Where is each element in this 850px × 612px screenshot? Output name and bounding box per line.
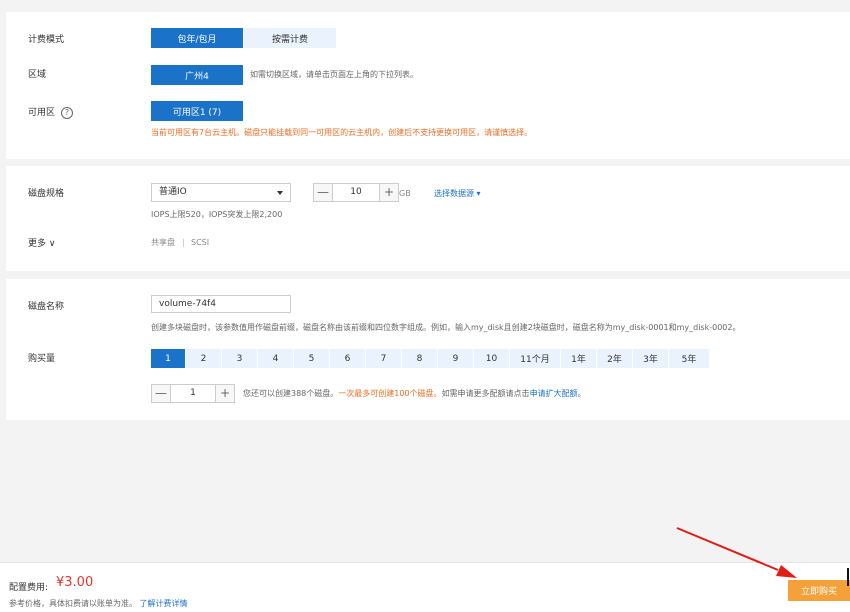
count-increase-button[interactable]: + (215, 384, 235, 403)
duration-option[interactable]: 4 (258, 349, 293, 368)
disk-size-stepper[interactable]: — 10 + (313, 183, 399, 202)
duration-option[interactable]: 5 (294, 349, 329, 368)
chevron-down-icon (277, 191, 283, 195)
request-quota-link[interactable]: 申请扩大配额 (530, 389, 578, 398)
price-value: ¥3.00 (56, 575, 94, 590)
billing-mode-label: 计费模式 (28, 35, 65, 45)
iops-hint: IOPS上限520，IOPS突发上限2,200 (151, 210, 283, 219)
duration-option[interactable]: 8 (402, 349, 437, 368)
disk-name-input[interactable]: volume-74f4 (151, 295, 291, 313)
disk-type-select[interactable]: 普通IO (151, 183, 291, 202)
select-datasource-link[interactable]: 选择数据源 ▾ (434, 188, 481, 199)
scsi-option: SCSI (191, 238, 210, 247)
disk-count-input[interactable]: 1 (171, 384, 215, 403)
disk-name-label: 磁盘名称 (28, 302, 65, 312)
hint-period: 。 (577, 389, 586, 398)
price-note-text: 参考价格，具体扣费请以账单为准。 (9, 599, 137, 608)
region-guangzhou4-button[interactable]: 广州4 (151, 65, 243, 85)
quota-remaining-text: 您还可以创建388个磁盘。 (243, 389, 339, 398)
buy-now-button[interactable]: 立即购买 (788, 580, 850, 601)
duration-option[interactable]: 3年 (633, 349, 668, 368)
region-hint: 如需切换区域，请单击页面左上角的下拉列表。 (250, 70, 418, 79)
billing-yearly-monthly-button[interactable]: 包年/包月 (151, 28, 243, 48)
availability-zone-1-button[interactable]: 可用区1 (7) (151, 101, 243, 121)
disk-count-hint: 您还可以创建388个磁盘。一次最多可创建100个磁盘。如需申请更多配额请点击申请… (243, 388, 586, 399)
duration-option[interactable]: 1年 (561, 349, 596, 368)
duration-option[interactable]: 11个月 (510, 349, 560, 368)
disk-count-stepper[interactable]: — 1 + (151, 384, 235, 403)
billing-details-link[interactable]: 了解计费详情 (140, 599, 188, 608)
cursor-bar (847, 568, 849, 586)
disk-size-input[interactable]: 10 (333, 183, 379, 202)
duration-option[interactable]: 1 (151, 349, 185, 368)
quota-request-text: 如需申请更多配额请点击 (441, 389, 530, 398)
disk-name-panel: 磁盘名称 volume-74f4 创建多块磁盘时，该参数值用作磁盘前缀，磁盘名称… (6, 279, 850, 420)
availability-zone-warning: 当前可用区有7台云主机。磁盘只能挂载到同一可用区的云主机内，创建后不支持更换可用… (151, 128, 533, 137)
disk-type-value: 普通IO (159, 187, 187, 197)
shared-disk-option: 共享盘 (151, 238, 175, 247)
duration-option[interactable]: 7 (366, 349, 401, 368)
duration-option[interactable]: 2 (186, 349, 221, 368)
option-separator: | (182, 238, 185, 247)
max-per-order-text: 一次最多可创建100个磁盘。 (338, 389, 442, 398)
duration-selector: 1 2 3 4 5 6 7 8 9 10 11个月 1年 2年 3年 5年 (151, 349, 710, 368)
size-decrease-button[interactable]: — (313, 183, 333, 202)
duration-option[interactable]: 6 (330, 349, 365, 368)
availability-zone-label: 可用区 (28, 108, 56, 118)
size-increase-button[interactable]: + (379, 183, 399, 202)
order-footer: 配置费用: ¥3.00 参考价格，具体扣费请以账单为准。 了解计费详情 (0, 562, 850, 612)
billing-on-demand-button[interactable]: 按需计费 (244, 28, 336, 48)
size-unit-label: GB (399, 189, 411, 198)
disk-spec-label: 磁盘规格 (28, 189, 65, 199)
more-options-toggle[interactable]: 更多 ∨ (28, 238, 55, 250)
duration-option[interactable]: 10 (474, 349, 509, 368)
duration-option[interactable]: 5年 (669, 349, 709, 368)
region-label: 区域 (28, 70, 47, 80)
price-label: 配置费用: (9, 583, 49, 593)
disk-name-hint: 创建多块磁盘时，该参数值用作磁盘前缀，磁盘名称由该前缀和四位数字组成。例如，输入… (151, 323, 741, 332)
duration-option[interactable]: 9 (438, 349, 473, 368)
price-note: 参考价格，具体扣费请以账单为准。 了解计费详情 (9, 598, 188, 609)
basic-config-panel: 计费模式 包年/包月 按需计费 区域 广州4 如需切换区域，请单击页面左上角的下… (6, 12, 850, 159)
duration-option[interactable]: 3 (222, 349, 257, 368)
duration-option[interactable]: 2年 (597, 349, 632, 368)
disk-spec-panel: 磁盘规格 普通IO — 10 + GB 选择数据源 ▾ IOPS上限520，IO… (6, 166, 850, 271)
help-icon[interactable]: ? (61, 107, 73, 119)
purchase-amount-label: 购买量 (28, 354, 56, 364)
count-decrease-button[interactable]: — (151, 384, 171, 403)
